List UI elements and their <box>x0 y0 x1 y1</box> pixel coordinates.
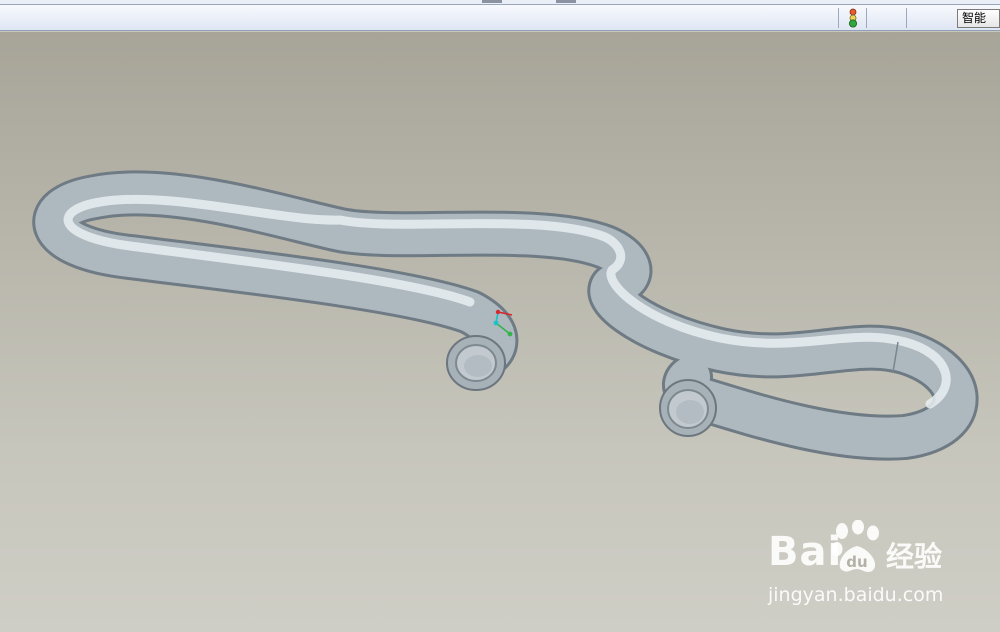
cad-window: 智能 Bai du 经验 jingyan.baidu.com <box>0 0 1000 632</box>
traffic-light-icon <box>849 8 857 28</box>
selection-filter-dropdown[interactable]: 智能 <box>957 9 1000 28</box>
status-bar: 智能 <box>0 5 1000 31</box>
pipe-model[interactable] <box>0 32 1000 632</box>
status-separator <box>838 8 839 28</box>
status-separator <box>906 8 907 28</box>
status-separator <box>866 8 867 28</box>
toolbar-edge-mark <box>482 0 502 3</box>
toolbar-edge-mark <box>556 0 576 3</box>
graphics-viewport[interactable] <box>0 32 1000 632</box>
regeneration-status-icon[interactable] <box>845 8 861 28</box>
pipe-surface <box>35 173 976 458</box>
pipe-end-left-inner <box>464 355 492 377</box>
pipe-end-right-inner <box>676 400 704 424</box>
